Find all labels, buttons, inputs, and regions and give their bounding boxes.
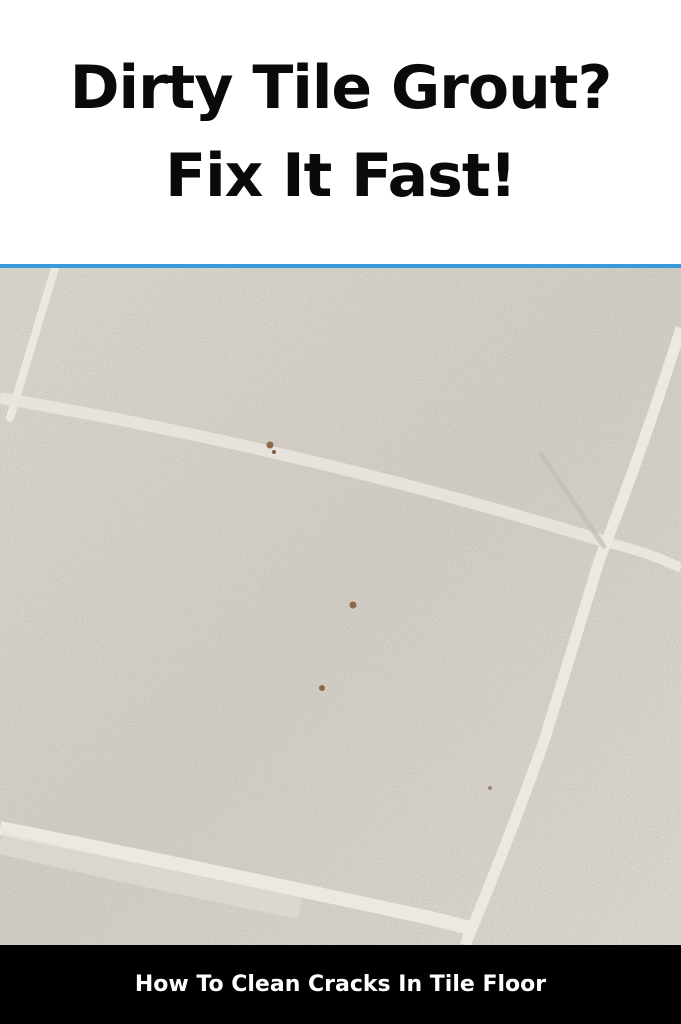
stain-spot: [272, 450, 276, 454]
stain-spot: [488, 786, 492, 790]
stain-spot: [266, 441, 274, 449]
headline-block: Dirty Tile Grout? Fix It Fast!: [0, 0, 681, 264]
tile-floor-illustration: [0, 268, 681, 945]
headline-line-2: Fix It Fast!: [165, 141, 517, 211]
stain-spot: [349, 601, 357, 609]
headline-line-1: Dirty Tile Grout?: [69, 53, 613, 123]
tile-floor-photo: [0, 268, 681, 945]
caption-text: How To Clean Cracks In Tile Floor: [134, 972, 547, 997]
caption-bar: How To Clean Cracks In Tile Floor: [0, 945, 681, 1024]
stain-spot: [319, 685, 325, 691]
